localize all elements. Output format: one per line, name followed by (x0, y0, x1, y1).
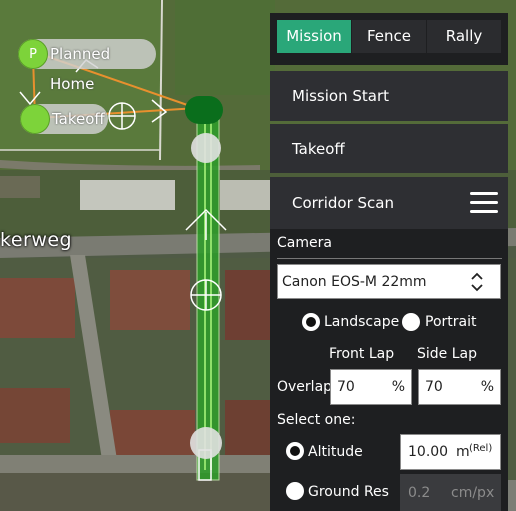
ground-res-input: 0.2 cm/px (400, 474, 501, 511)
mission-start-label: Mission Start (292, 87, 390, 105)
planned-home-marker[interactable]: P (18, 39, 48, 69)
altitude-label: Altitude (308, 444, 363, 460)
portrait-radio[interactable] (402, 313, 420, 331)
altitude-radio[interactable] (286, 442, 304, 460)
front-lap-input[interactable]: 70 % (330, 369, 412, 405)
camera-section-label: Camera (277, 235, 332, 251)
portrait-label: Portrait (425, 314, 477, 330)
corridor-scan-item[interactable]: Corridor Scan (270, 177, 508, 229)
takeoff-item-label: Takeoff (292, 140, 345, 158)
direction-arrow-icon (19, 91, 41, 106)
side-lap-label: Side Lap (417, 346, 477, 362)
tab-rally[interactable]: Rally (427, 20, 501, 53)
tab-mission[interactable]: Mission (277, 20, 351, 53)
tab-fence[interactable]: Fence (352, 20, 426, 53)
hamburger-menu-icon[interactable] (470, 192, 498, 214)
side-lap-input[interactable]: 70 % (418, 369, 501, 405)
corridor-vertex-handle[interactable] (191, 133, 221, 163)
altitude-input[interactable]: 10.00 m (Rel) (400, 434, 501, 470)
takeoff-marker[interactable] (20, 104, 50, 134)
corridor-scan-editor: Camera Canon EOS-M 22mm Landscape Portra… (270, 229, 508, 511)
select-arrows-icon (471, 272, 483, 292)
ground-res-label: Ground Res (308, 484, 389, 500)
ground-res-radio[interactable] (286, 482, 304, 500)
takeoff-item[interactable]: Takeoff (270, 124, 508, 173)
corridor-polygon (196, 109, 220, 481)
camera-select-value: Canon EOS-M 22mm (282, 274, 427, 290)
landscape-radio[interactable] (302, 313, 320, 331)
corridor-scan-marker[interactable] (185, 96, 223, 124)
landscape-label: Landscape (324, 314, 400, 330)
corridor-vertex-handle[interactable] (190, 427, 222, 459)
front-lap-label: Front Lap (329, 346, 395, 362)
camera-select[interactable]: Canon EOS-M 22mm (277, 264, 501, 299)
select-one-label: Select one: (277, 412, 356, 428)
mission-start-item[interactable]: Mission Start (270, 71, 508, 121)
overlap-label: Overlap (277, 379, 333, 395)
corridor-scan-label: Corridor Scan (292, 194, 394, 212)
plan-type-tabs: Mission Fence Rally (270, 13, 508, 65)
section-divider (277, 258, 502, 259)
